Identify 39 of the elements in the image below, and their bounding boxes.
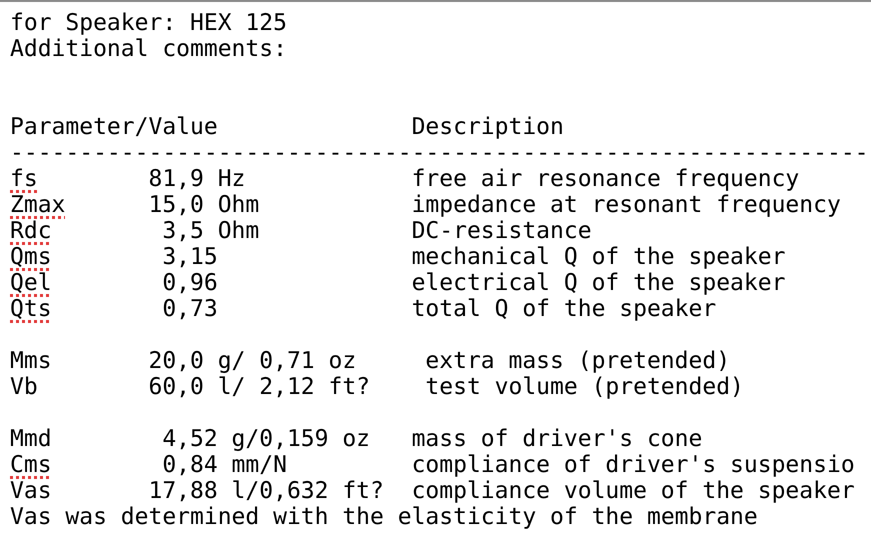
- parameter-value: 60,0 l/ 2,12 ft?: [148, 374, 372, 400]
- column-header: Parameter/Value: [10, 114, 219, 140]
- parameter-name: Mmd: [10, 426, 53, 452]
- parameter-description: electrical Q of the speaker: [412, 270, 786, 296]
- parameter-name: Qms: [10, 244, 53, 270]
- parameter-value: 0,73: [161, 296, 219, 322]
- parameter-description: compliance volume of the speaker: [412, 478, 855, 504]
- parameter-value: 0,84 mm/N: [161, 452, 288, 478]
- parameter-value: 81,9 Hz: [148, 166, 246, 192]
- parameter-value: 3,15: [161, 244, 219, 270]
- parameter-description: mass of driver's cone: [412, 426, 702, 452]
- parameter-name: Vas: [10, 478, 53, 504]
- parameter-value: 0,96: [161, 270, 219, 296]
- parameter-description: mechanical Q of the speaker: [412, 244, 786, 270]
- parameter-name: Rdc: [10, 218, 53, 244]
- parameter-name: fs: [10, 166, 39, 192]
- parameter-description: impedance at resonant frequency: [412, 192, 841, 218]
- parameter-name: Zmax: [10, 192, 66, 218]
- parameter-value: 20,0 g/ 0,71 oz: [148, 348, 358, 374]
- parameter-name: Qts: [10, 296, 53, 322]
- parameter-name: Vb: [10, 374, 39, 400]
- parameter-name: Mms: [10, 348, 53, 374]
- parameter-description: free air resonance frequency: [412, 166, 800, 192]
- heading-line: for Speaker: HEX 125: [10, 10, 287, 36]
- parameter-description: test volume (pretended): [424, 374, 744, 400]
- parameter-description: total Q of the speaker: [412, 296, 716, 322]
- parameter-description: compliance of driver's suspensio: [412, 452, 855, 478]
- parameter-name: Cms: [10, 452, 53, 478]
- parameter-value: 3,5 Ohm: [161, 218, 260, 244]
- column-header: Description: [412, 114, 564, 140]
- parameter-description: extra mass (pretended): [424, 348, 730, 374]
- parameter-description: DC-resistance: [412, 218, 592, 244]
- dashed-rule-text: --------------------------------------------------------------: [10, 140, 869, 166]
- parameter-value: 4,52 g/0,159 oz: [161, 426, 372, 452]
- parameter-value: 15,0 Ohm: [148, 192, 260, 218]
- footnote-text: Vas was determined with the elasticity of the membrane: [10, 504, 758, 530]
- parameter-value: 17,88 l/0,632 ft?: [148, 478, 385, 504]
- parameter-name: Qel: [10, 270, 53, 296]
- heading-line: Additional comments:: [10, 36, 287, 62]
